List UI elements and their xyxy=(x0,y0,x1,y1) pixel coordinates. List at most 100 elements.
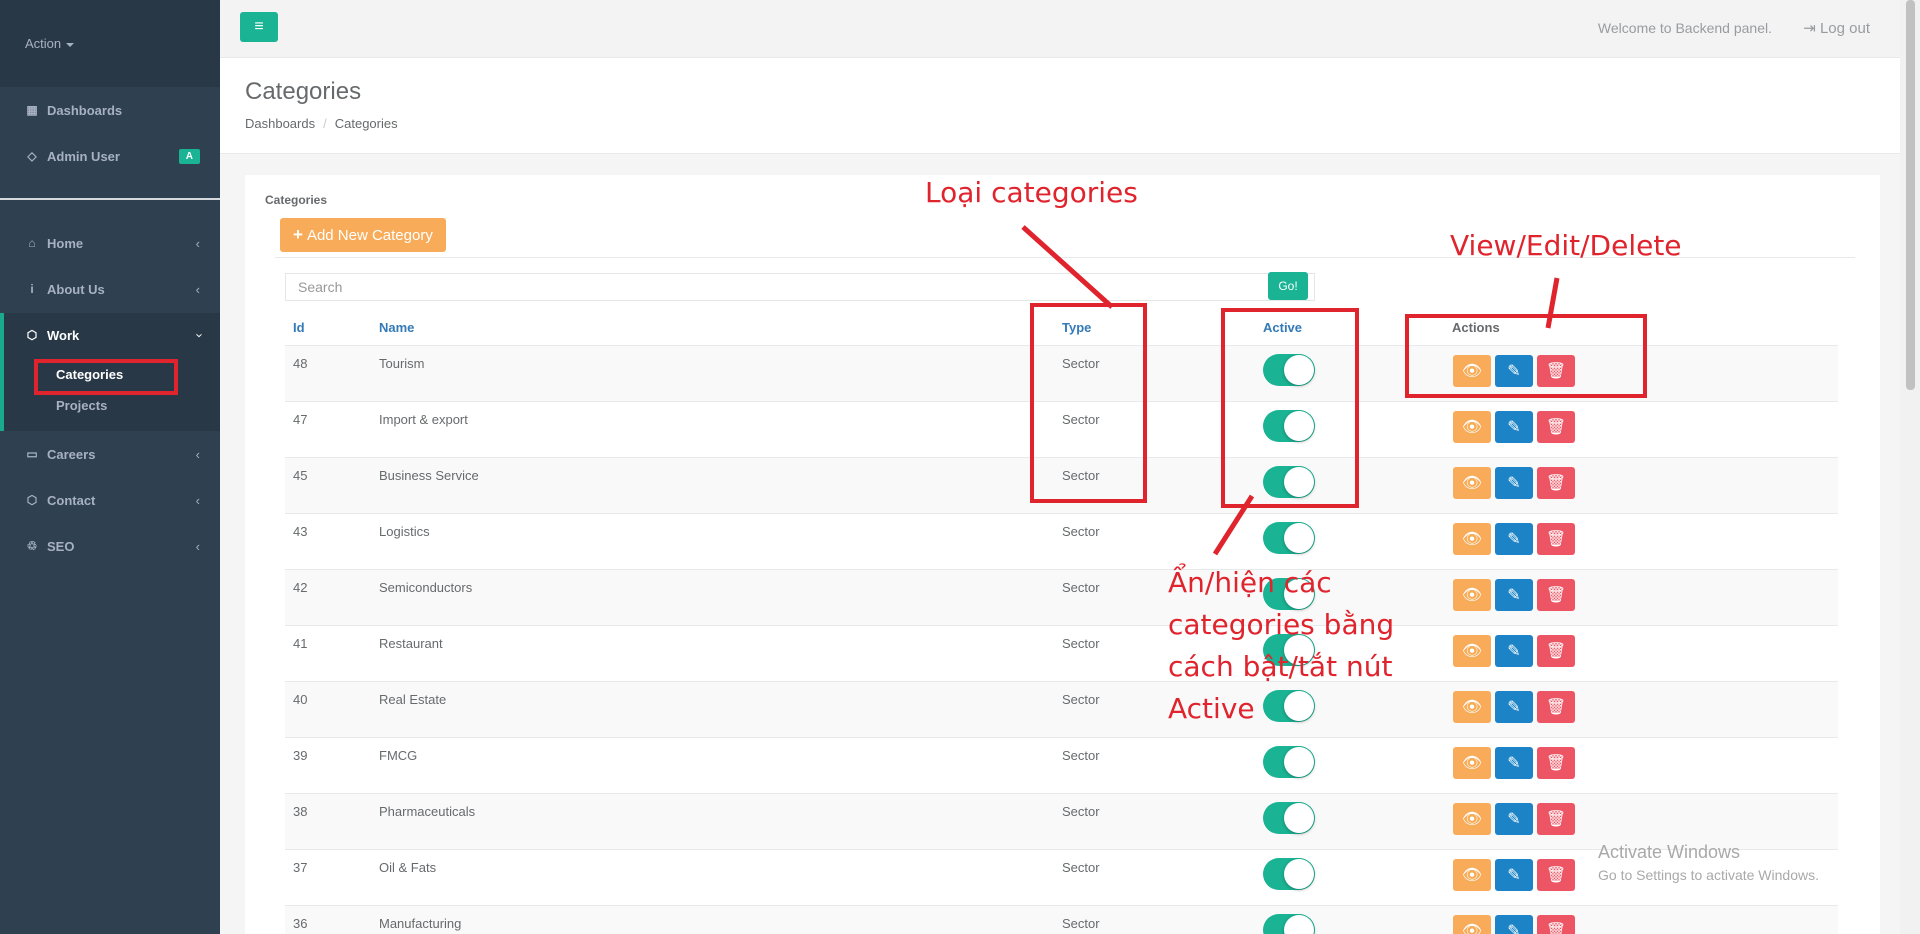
view-button[interactable]: 👁 xyxy=(1453,467,1491,499)
active-toggle[interactable] xyxy=(1263,522,1315,554)
edit-button[interactable]: ✎ xyxy=(1495,467,1533,499)
sidebar-item-work[interactable]: ⬡ Work ‹ xyxy=(0,315,220,355)
delete-button[interactable]: 🗑 xyxy=(1537,635,1575,667)
view-button[interactable]: 👁 xyxy=(1453,411,1491,443)
sidebar: Action ▦ Dashboards ◇ Admin User A ⌂ Hom… xyxy=(0,0,220,934)
view-button[interactable]: 👁 xyxy=(1453,691,1491,723)
pencil-icon: ✎ xyxy=(1507,699,1521,716)
delete-button[interactable]: 🗑 xyxy=(1537,915,1575,934)
search-input[interactable]: Search xyxy=(285,273,1315,301)
active-toggle[interactable] xyxy=(1263,802,1315,834)
delete-button[interactable]: 🗑 xyxy=(1537,803,1575,835)
column-header-name[interactable]: Name xyxy=(379,320,414,335)
panel-title: Categories xyxy=(265,193,328,207)
chevron-left-icon: ‹ xyxy=(195,235,200,251)
action-dropdown[interactable]: Action xyxy=(0,0,220,87)
grid-icon: ▦ xyxy=(26,103,38,117)
annotation-box xyxy=(1405,314,1647,398)
cell-type: Sector xyxy=(1062,804,1100,819)
sidebar-item-seo[interactable]: ♲ SEO ‹ xyxy=(0,526,220,566)
eye-icon: 👁 xyxy=(1461,699,1483,716)
recycle-icon: ♲ xyxy=(26,539,38,553)
eye-icon: 👁 xyxy=(1461,475,1483,492)
toggle-knob xyxy=(1284,915,1314,934)
cell-name: Tourism xyxy=(379,356,425,371)
breadcrumb-current: Categories xyxy=(334,116,398,131)
cell-type: Sector xyxy=(1062,692,1100,707)
sidebar-subitem-projects[interactable]: Projects xyxy=(56,398,107,413)
sign-out-icon: ⇥ xyxy=(1803,20,1816,37)
delete-button[interactable]: 🗑 xyxy=(1537,411,1575,443)
cell-id: 41 xyxy=(293,636,308,651)
menu-toggle-button[interactable]: ≡ xyxy=(240,12,278,42)
breadcrumb-link[interactable]: Dashboards xyxy=(245,116,315,131)
trash-icon: 🗑 xyxy=(1545,811,1567,828)
watermark-subtitle: Go to Settings to activate Windows. xyxy=(1598,867,1819,883)
delete-button[interactable]: 🗑 xyxy=(1537,691,1575,723)
chevron-down-icon: ‹ xyxy=(190,332,206,338)
active-toggle[interactable] xyxy=(1263,858,1315,890)
sidebar-item-dashboards[interactable]: ▦ Dashboards xyxy=(0,90,220,130)
plus-icon: + xyxy=(293,225,303,244)
edit-button[interactable]: ✎ xyxy=(1495,803,1533,835)
cell-name: FMCG xyxy=(379,748,418,763)
edit-button[interactable]: ✎ xyxy=(1495,859,1533,891)
table-row: 36 Manufacturing Sector 👁 ✎ 🗑 xyxy=(285,906,1838,934)
toggle-knob xyxy=(1284,859,1314,889)
pencil-icon: ✎ xyxy=(1507,923,1521,934)
edit-button[interactable]: ✎ xyxy=(1495,691,1533,723)
delete-button[interactable]: 🗑 xyxy=(1537,523,1575,555)
search-go-button[interactable]: Go! xyxy=(1268,272,1308,300)
eye-icon: 👁 xyxy=(1461,867,1483,884)
active-toggle[interactable] xyxy=(1263,746,1315,778)
toggle-knob xyxy=(1284,747,1314,777)
welcome-message: Welcome to Backend panel. xyxy=(1597,20,1772,36)
sidebar-item-about-us[interactable]: i About Us ‹ xyxy=(0,269,220,309)
view-button[interactable]: 👁 xyxy=(1453,579,1491,611)
column-header-id[interactable]: Id xyxy=(293,320,305,335)
sidebar-item-label: Admin User xyxy=(47,148,120,164)
scrollbar-thumb[interactable] xyxy=(1906,0,1915,390)
view-button[interactable]: 👁 xyxy=(1453,803,1491,835)
edit-button[interactable]: ✎ xyxy=(1495,411,1533,443)
edit-button[interactable]: ✎ xyxy=(1495,747,1533,779)
home-icon: ⌂ xyxy=(28,236,36,250)
cell-name: Pharmaceuticals xyxy=(379,804,476,819)
edit-button[interactable]: ✎ xyxy=(1495,915,1533,934)
delete-button[interactable]: 🗑 xyxy=(1537,467,1575,499)
add-category-button[interactable]: + Add New Category xyxy=(280,218,446,252)
view-button[interactable]: 👁 xyxy=(1453,915,1491,934)
sidebar-item-careers[interactable]: ▭ Careers ‹ xyxy=(0,434,220,474)
edit-button[interactable]: ✎ xyxy=(1495,523,1533,555)
edit-button[interactable]: ✎ xyxy=(1495,635,1533,667)
sidebar-divider xyxy=(0,198,220,200)
view-button[interactable]: 👁 xyxy=(1453,635,1491,667)
delete-button[interactable]: 🗑 xyxy=(1537,859,1575,891)
active-toggle[interactable] xyxy=(1263,914,1315,934)
cell-name: Restaurant xyxy=(379,636,443,651)
delete-button[interactable]: 🗑 xyxy=(1537,747,1575,779)
cell-name: Oil & Fats xyxy=(379,860,437,875)
eye-icon: 👁 xyxy=(1461,419,1483,436)
sidebar-item-home[interactable]: ⌂ Home ‹ xyxy=(0,223,220,263)
sidebar-item-admin-user[interactable]: ◇ Admin User A xyxy=(0,136,220,176)
chevron-left-icon: ‹ xyxy=(195,446,200,462)
cell-id: 48 xyxy=(293,356,308,371)
cell-id: 36 xyxy=(293,916,308,931)
sidebar-item-label: Work xyxy=(47,327,80,343)
view-button[interactable]: 👁 xyxy=(1453,747,1491,779)
action-label[interactable]: Action xyxy=(25,36,61,51)
annotation-line: Active xyxy=(1168,692,1255,725)
cell-type: Sector xyxy=(1062,748,1100,763)
caret-down-icon[interactable] xyxy=(66,42,75,47)
eye-icon: 👁 xyxy=(1461,643,1483,660)
delete-button[interactable]: 🗑 xyxy=(1537,579,1575,611)
edit-button[interactable]: ✎ xyxy=(1495,579,1533,611)
view-button[interactable]: 👁 xyxy=(1453,523,1491,555)
logout-link[interactable]: ⇥ Log out xyxy=(1803,19,1870,37)
view-button[interactable]: 👁 xyxy=(1453,859,1491,891)
pencil-icon: ✎ xyxy=(1507,531,1521,548)
sidebar-item-label: SEO xyxy=(47,538,75,554)
sidebar-item-contact[interactable]: ⬡ Contact ‹ xyxy=(0,480,220,520)
cell-type: Sector xyxy=(1062,636,1100,651)
